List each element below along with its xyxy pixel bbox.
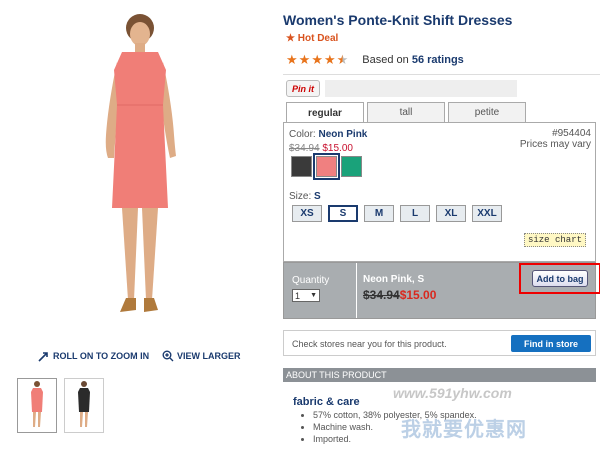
size-button-m[interactable]: M — [364, 205, 394, 222]
size-button-l[interactable]: L — [400, 205, 430, 222]
swatch-neon-pink[interactable] — [313, 153, 340, 180]
style-number-block: #954404 Prices may vary — [520, 128, 591, 150]
pinterest-button[interactable]: Pin it — [286, 80, 320, 97]
product-image-area: ROLL ON TO ZOOM IN VIEW LARGER — [0, 0, 275, 450]
size-button-s[interactable]: S — [328, 205, 358, 222]
color-name: Neon Pink — [318, 129, 368, 140]
view-larger-label: VIEW LARGER — [177, 351, 241, 361]
star-rating: ★ ★ ★ ★ ★ — [286, 53, 348, 66]
size-button-xxl[interactable]: XXL — [472, 205, 502, 222]
prices-may-vary-note: Prices may vary — [519, 139, 591, 150]
rating-count-value: 56 ratings — [411, 53, 464, 66]
watermark-url: www.591yhw.com — [393, 385, 512, 401]
size-prefix: Size: — [289, 191, 312, 202]
quantity-value: 1 — [295, 290, 301, 301]
quantity-box: Quantity 1 ▼ — [284, 263, 357, 318]
about-product-header: ABOUT THIS PRODUCT — [283, 368, 596, 382]
fabric-care-title: fabric & care — [293, 396, 360, 408]
thumbnail-black-dress-image — [78, 381, 90, 427]
store-finder-panel: Check stores near you for this product. … — [283, 330, 596, 356]
product-details: Women's Ponte-Knit Shift Dresses ★ Hot D… — [283, 0, 600, 450]
magnifier-plus-icon — [162, 350, 174, 362]
quantity-select[interactable]: 1 ▼ — [292, 289, 320, 302]
tab-regular[interactable]: regular — [286, 102, 364, 124]
add-to-bag-button[interactable]: Add to bag — [532, 270, 588, 287]
summary-sale-price: $15.00 — [399, 288, 437, 302]
price-line: $34.94 $15.00 — [289, 143, 353, 154]
hot-deal-label: Hot Deal — [297, 33, 339, 44]
star-bullet-icon: ★ — [286, 33, 295, 44]
social-share-bar — [325, 80, 517, 97]
hot-deal-badge: ★ Hot Deal — [286, 33, 338, 44]
zoom-arrow-icon — [38, 352, 48, 362]
thumbnail-neon-pink[interactable] — [17, 378, 57, 433]
style-number: #954404 — [552, 128, 591, 139]
rating-row[interactable]: ★ ★ ★ ★ ★ Based on 56 ratings — [286, 53, 464, 66]
quantity-label: Quantity — [292, 275, 330, 286]
rating-count[interactable]: Based on 56 ratings — [362, 54, 464, 66]
star-full-icon: ★ — [298, 52, 311, 67]
star-full-icon: ★ — [323, 52, 336, 67]
size-button-xl[interactable]: XL — [436, 205, 466, 222]
check-stores-text: Check stores near you for this product. — [292, 339, 447, 349]
size-button-xs[interactable]: XS — [292, 205, 322, 222]
purchase-panel: Quantity 1 ▼ Neon Pink, S $34.94$15.00 A… — [283, 262, 600, 319]
tab-petite[interactable]: petite — [448, 102, 526, 122]
summary-price: $34.94$15.00 — [363, 288, 436, 302]
add-to-bag-highlight: Add to bag — [519, 263, 600, 294]
tab-tall[interactable]: tall — [367, 102, 445, 122]
thumbnail-pink-dress-image — [31, 381, 43, 427]
main-product-image[interactable] — [60, 10, 220, 345]
thumbnail-charcoal[interactable] — [64, 378, 104, 433]
find-in-store-button[interactable]: Find in store — [511, 335, 591, 352]
color-swatches — [291, 153, 362, 180]
fit-tabs: regular tall petite — [286, 102, 526, 124]
product-title: Women's Ponte-Knit Shift Dresses — [283, 12, 513, 28]
old-price: $34.94 — [289, 143, 320, 154]
color-label: Color: Neon Pink — [289, 129, 367, 140]
star-full-icon: ★ — [311, 52, 323, 67]
options-panel: Color: Neon Pink #954404 Prices may vary… — [283, 122, 596, 262]
divider — [283, 74, 600, 75]
sale-price: $15.00 — [322, 143, 353, 154]
summary-old-price: $34.94 — [363, 288, 400, 302]
rating-count-prefix: Based on — [362, 53, 409, 66]
size-chart-link[interactable]: size chart — [523, 233, 586, 247]
zoom-in-link[interactable]: ROLL ON TO ZOOM IN — [38, 350, 149, 362]
watermark-cn: 我就要优惠网 — [401, 419, 527, 441]
swatch-green[interactable] — [341, 156, 362, 177]
size-label: Size: S — [289, 191, 321, 202]
star-half-icon: ★ — [336, 52, 349, 67]
dropdown-arrow-icon: ▼ — [310, 292, 317, 299]
star-full-icon: ★ — [286, 52, 298, 67]
selection-summary: Neon Pink, S — [363, 274, 425, 285]
size-selected: S — [314, 191, 321, 202]
zoom-in-label: ROLL ON TO ZOOM IN — [53, 351, 150, 361]
swatch-charcoal[interactable] — [291, 156, 312, 177]
view-larger-link[interactable]: VIEW LARGER — [162, 350, 241, 362]
color-prefix: Color: — [289, 129, 316, 140]
size-options: XS S M L XL XXL — [292, 205, 502, 222]
